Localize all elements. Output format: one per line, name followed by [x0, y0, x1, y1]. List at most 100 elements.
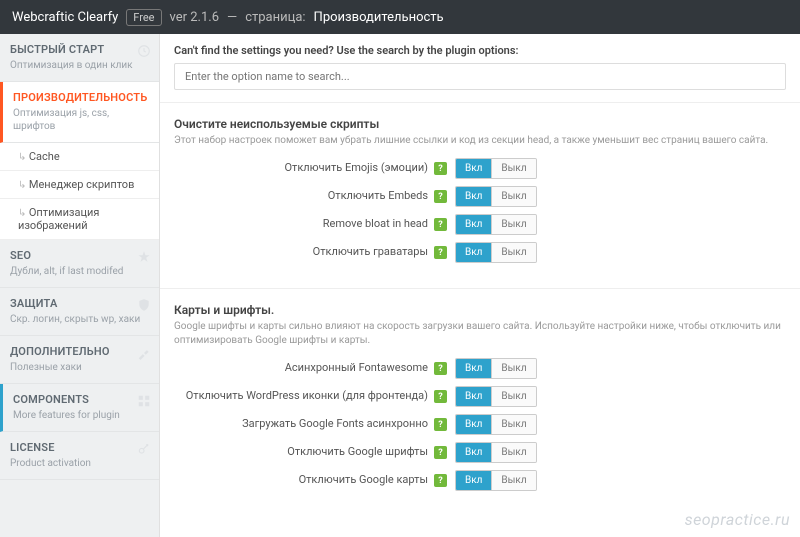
option-label: Отключить Google шрифты	[174, 445, 434, 459]
hammer-icon	[137, 346, 151, 360]
option-label: Загружать Google Fonts асинхронно	[174, 417, 434, 431]
section-desc: Google шрифты и карты сильно влияют на с…	[174, 320, 786, 348]
subnav-image-optimization[interactable]: Оптимизация изображений	[0, 199, 159, 240]
toggle-off[interactable]: Выкл	[492, 359, 535, 378]
search-input[interactable]	[174, 63, 786, 90]
toggle-off[interactable]: Выкл	[492, 415, 535, 434]
option-label: Отключить WordPress иконки (для фронтенд…	[174, 389, 434, 403]
help-icon[interactable]: ?	[434, 362, 447, 375]
help-icon[interactable]: ?	[434, 446, 447, 459]
option-async-google-fonts: Загружать Google Fonts асинхронно ? ВклВ…	[174, 414, 786, 435]
option-disable-emoji: Отключить Emojis (эмоции) ? ВклВыкл	[174, 158, 786, 179]
option-async-fontawesome: Асинхронный Fontawesome ? ВклВыкл	[174, 358, 786, 379]
option-label: Асинхронный Fontawesome	[174, 361, 434, 375]
help-icon[interactable]: ?	[434, 418, 447, 431]
help-icon[interactable]: ?	[434, 218, 447, 231]
toggle-off[interactable]: Выкл	[492, 159, 535, 178]
help-icon[interactable]: ?	[434, 246, 447, 259]
toggle-off[interactable]: Выкл	[492, 215, 535, 234]
nav-quickstart[interactable]: БЫСТРЫЙ СТАРТ Оптимизация в один клик	[0, 34, 159, 82]
option-label: Отключить граватары	[174, 245, 434, 259]
top-header: Webcraftic Clearfy Free ver 2.1.6 — стра…	[0, 0, 800, 34]
help-icon[interactable]: ?	[434, 190, 447, 203]
toggle-switch[interactable]: ВклВыкл	[455, 214, 537, 235]
header-dash: —	[227, 10, 237, 25]
toggle-switch[interactable]: ВклВыкл	[455, 386, 537, 407]
search-area: Can't find the settings you need? Use th…	[160, 34, 800, 90]
nav-subtitle: Product activation	[10, 457, 149, 470]
toggle-on[interactable]: Вкл	[456, 443, 492, 462]
toggle-off[interactable]: Выкл	[492, 471, 535, 490]
toggle-on[interactable]: Вкл	[456, 387, 492, 406]
main-content: Can't find the settings you need? Use th…	[160, 34, 800, 537]
help-icon[interactable]: ?	[434, 390, 447, 403]
option-disable-google-fonts: Отключить Google шрифты ? ВклВыкл	[174, 442, 786, 463]
nav-subtitle: More features for plugin	[13, 409, 149, 422]
nav-seo[interactable]: SEO Дубли, alt, if last modifed	[0, 240, 159, 288]
toggle-switch[interactable]: ВклВыкл	[455, 358, 537, 379]
nav-defence[interactable]: ЗАЩИТА Скр. логин, скрыть wp, хаки	[0, 288, 159, 336]
key-icon	[137, 442, 151, 456]
help-icon[interactable]: ?	[434, 474, 447, 487]
page-prefix: страница:	[245, 10, 305, 25]
nav-subtitle: Дубли, alt, if last modifed	[10, 265, 149, 278]
nav-title: COMPONENTS	[13, 393, 149, 406]
toggle-switch[interactable]: ВклВыкл	[455, 414, 537, 435]
section-maps-fonts: Карты и шрифты. Google шрифты и карты си…	[160, 288, 800, 504]
search-label: Can't find the settings you need? Use th…	[174, 44, 786, 57]
sidebar: БЫСТРЫЙ СТАРТ Оптимизация в один клик ПР…	[0, 34, 160, 537]
nav-subtitle: Скр. логин, скрыть wp, хаки	[10, 313, 149, 326]
option-disable-google-maps: Отключить Google карты ? ВклВыкл	[174, 470, 786, 491]
nav-extra[interactable]: ДОПОЛНИТЕЛЬНО Полезные хаки	[0, 336, 159, 384]
option-remove-bloat: Remove bloat in head ? ВклВыкл	[174, 214, 786, 235]
toggle-switch[interactable]: ВклВыкл	[455, 186, 537, 207]
page-title: Производительность	[314, 10, 444, 25]
option-disable-gravatar: Отключить граватары ? ВклВыкл	[174, 242, 786, 263]
license-badge: Free	[126, 9, 161, 26]
toggle-on[interactable]: Вкл	[456, 243, 492, 262]
option-label: Remove bloat in head	[174, 217, 434, 231]
section-heading: Карты и шрифты.	[174, 303, 786, 317]
option-disable-embeds: Отключить Embeds ? ВклВыкл	[174, 186, 786, 207]
nav-title: БЫСТРЫЙ СТАРТ	[10, 43, 149, 56]
toggle-switch[interactable]: ВклВыкл	[455, 442, 537, 463]
option-label: Отключить Embeds	[174, 189, 434, 203]
nav-title: ПРОИЗВОДИТЕЛЬНОСТЬ	[13, 91, 149, 104]
toggle-on[interactable]: Вкл	[456, 187, 492, 206]
toggle-off[interactable]: Выкл	[492, 187, 535, 206]
star-icon	[137, 250, 151, 264]
section-unused-scripts: Очистите неиспользуемые скрипты Этот наб…	[160, 102, 800, 276]
nav-components[interactable]: COMPONENTS More features for plugin	[0, 384, 159, 432]
nav-title: ДОПОЛНИТЕЛЬНО	[10, 345, 149, 358]
toggle-switch[interactable]: ВклВыкл	[455, 470, 537, 491]
option-disable-wp-icons: Отключить WordPress иконки (для фронтенд…	[174, 386, 786, 407]
brand-name: Webcraftic Clearfy	[12, 10, 118, 25]
toggle-off[interactable]: Выкл	[492, 243, 535, 262]
toggle-switch[interactable]: ВклВыкл	[455, 158, 537, 179]
section-desc: Этот набор настроек поможет вам убрать л…	[174, 134, 786, 148]
version-text: ver 2.1.6	[170, 10, 220, 25]
toggle-off[interactable]: Выкл	[492, 387, 535, 406]
toggle-on[interactable]: Вкл	[456, 471, 492, 490]
shield-icon	[137, 298, 151, 312]
toggle-on[interactable]: Вкл	[456, 215, 492, 234]
nav-performance[interactable]: ПРОИЗВОДИТЕЛЬНОСТЬ Оптимизация js, css, …	[0, 82, 159, 143]
grid-icon	[137, 394, 151, 408]
toggle-on[interactable]: Вкл	[456, 359, 492, 378]
option-label: Отключить Google карты	[174, 473, 434, 487]
nav-title: SEO	[10, 249, 149, 262]
toggle-on[interactable]: Вкл	[456, 415, 492, 434]
toggle-switch[interactable]: ВклВыкл	[455, 242, 537, 263]
subnav-cache[interactable]: Cache	[0, 143, 159, 171]
nav-subtitle: Полезные хаки	[10, 361, 149, 374]
watermark: seopractice.ru	[685, 510, 790, 529]
toggle-on[interactable]: Вкл	[456, 159, 492, 178]
section-heading: Очистите неиспользуемые скрипты	[174, 117, 786, 131]
subnav-script-manager[interactable]: Менеджер скриптов	[0, 171, 159, 199]
nav-subtitle: Оптимизация в один клик	[10, 59, 149, 72]
help-icon[interactable]: ?	[434, 162, 447, 175]
toggle-off[interactable]: Выкл	[492, 443, 535, 462]
nav-title: LICENSE	[10, 441, 149, 454]
clock-icon	[137, 44, 151, 58]
nav-license[interactable]: LICENSE Product activation	[0, 432, 159, 480]
